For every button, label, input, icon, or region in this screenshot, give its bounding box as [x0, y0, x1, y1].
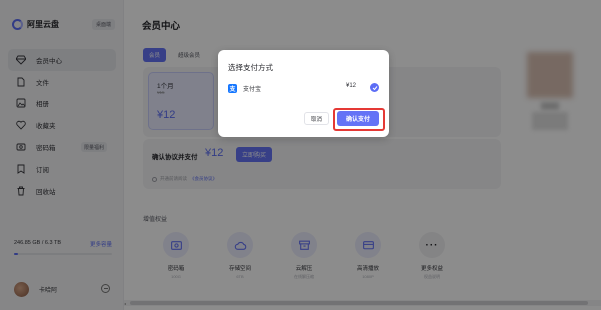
cancel-button[interactable]: 取消	[304, 112, 329, 125]
app-window: 阿里云盘 桌面端 会员中心 文件 相册 收藏夹 密码箱 限量福利 订阅 回收站 …	[0, 0, 601, 310]
highlight-annotation-box	[333, 108, 385, 131]
check-icon[interactable]	[370, 83, 379, 92]
modal-overlay[interactable]	[0, 0, 601, 310]
dialog-title: 选择支付方式	[228, 63, 273, 72]
payment-option-alipay[interactable]: 支 支付宝 ¥12	[228, 82, 379, 94]
alipay-icon: 支	[228, 83, 237, 93]
payment-price: ¥12	[346, 83, 357, 89]
payment-method-name: 支付宝	[243, 86, 262, 93]
